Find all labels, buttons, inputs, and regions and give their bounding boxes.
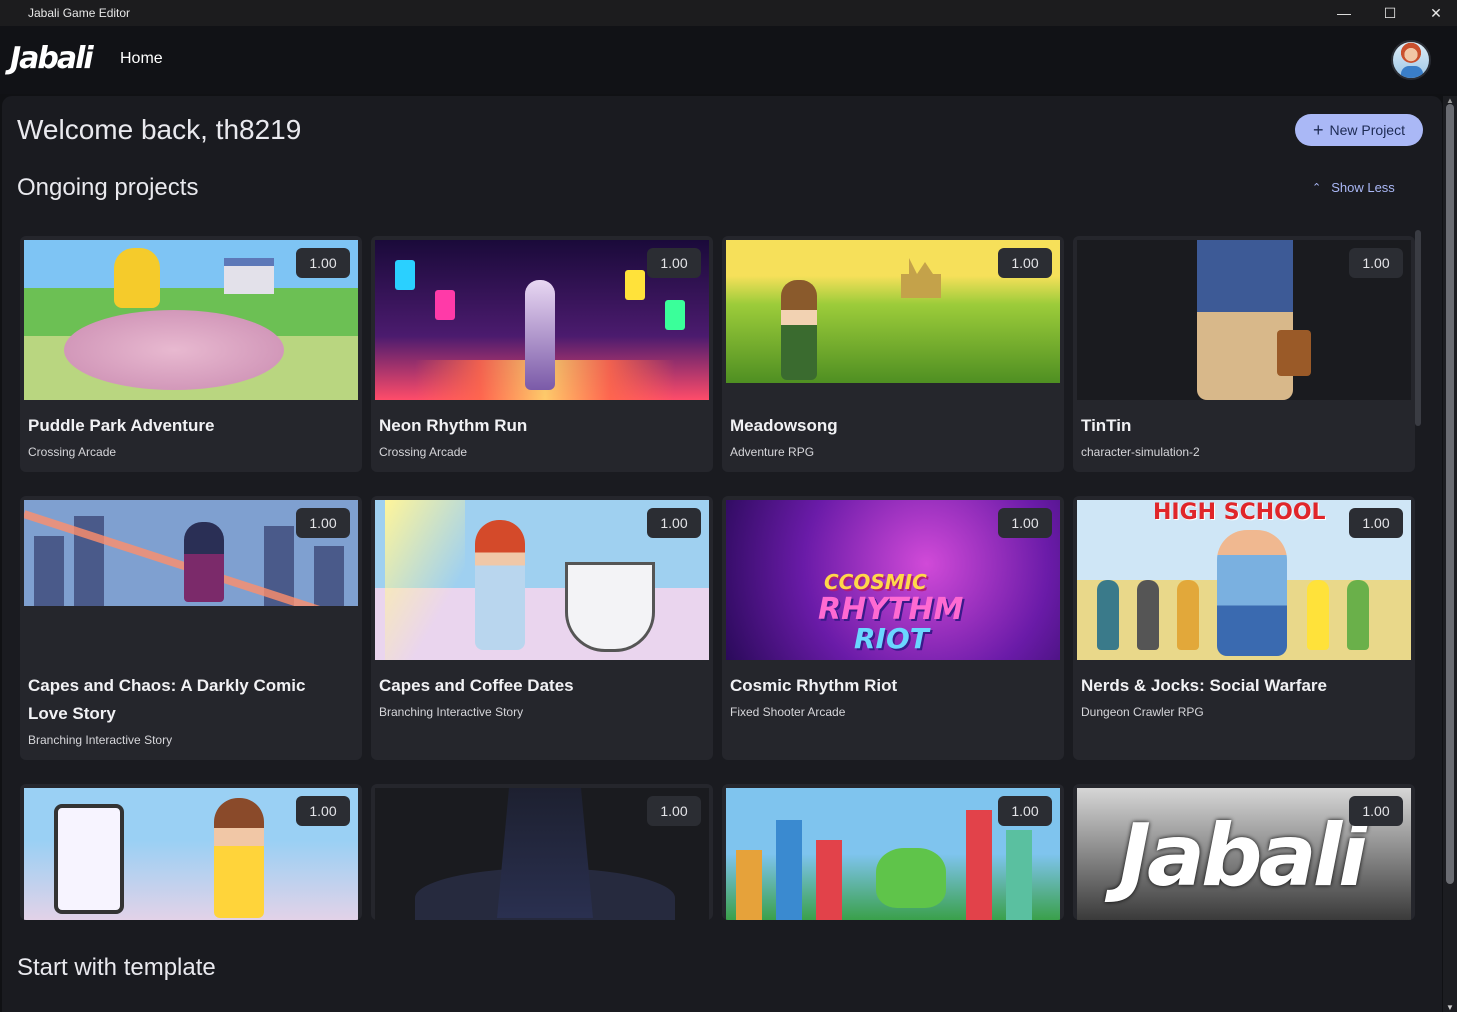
new-project-label: New Project [1329, 122, 1405, 138]
project-card[interactable]: 1.00 Neon Rhythm Run Crossing Arcade [371, 236, 713, 472]
chevron-up-icon: ⌃ [1312, 182, 1322, 194]
version-badge: 1.00 [998, 796, 1052, 826]
project-title: Meadowsong [730, 416, 838, 435]
project-card[interactable]: Jabali 1.00 [1073, 784, 1415, 920]
ongoing-projects-heading: Ongoing projects [17, 174, 199, 201]
version-badge: 1.00 [647, 248, 701, 278]
version-badge: 1.00 [998, 248, 1052, 278]
version-badge: 1.00 [296, 248, 350, 278]
close-icon: ✕ [1430, 4, 1442, 21]
main-panel: Welcome back, th8219 + New Project Ongoi… [2, 96, 1442, 1012]
project-card[interactable]: HIGH SCHOOL 1.00 Nerds & Jocks: Social W… [1073, 496, 1415, 760]
nav-home-link[interactable]: Home [120, 50, 163, 68]
window-titlebar: Jabali Game Editor — ☐ ✕ [0, 0, 1457, 26]
scrollbar-thumb[interactable] [1446, 104, 1454, 884]
app-header: Jabali Home [0, 26, 1457, 94]
project-title: Puddle Park Adventure [28, 416, 215, 435]
version-badge: 1.00 [647, 796, 701, 826]
maximize-button[interactable]: ☐ [1367, 0, 1413, 26]
project-genre: Crossing Arcade [28, 445, 117, 459]
scroll-down-icon[interactable]: ▼ [1446, 1003, 1454, 1012]
version-badge: 1.00 [296, 508, 350, 538]
project-genre: Crossing Arcade [379, 445, 468, 459]
plus-icon: + [1313, 120, 1324, 140]
project-genre: Branching Interactive Story [379, 705, 524, 719]
projects-scrollbar[interactable] [1415, 230, 1421, 426]
show-less-label: Show Less [1331, 180, 1395, 195]
new-project-button[interactable]: + New Project [1295, 114, 1423, 146]
project-card[interactable]: 1.00 Capes and Chaos: A Darkly Comic Lov… [20, 496, 362, 760]
minimize-button[interactable]: — [1321, 0, 1367, 26]
project-genre: character-simulation-2 [1081, 445, 1200, 459]
project-card[interactable]: CCOSMIC RHYTHM RIOT 1.00 Cosmic Rhythm R… [722, 496, 1064, 760]
project-title: Cosmic Rhythm Riot [730, 676, 898, 695]
project-card[interactable]: 1.00 [722, 784, 1064, 920]
window-title: Jabali Game Editor [28, 6, 131, 20]
version-badge: 1.00 [998, 508, 1052, 538]
jabali-logo[interactable]: Jabali [10, 43, 94, 75]
project-genre: Dungeon Crawler RPG [1081, 705, 1204, 719]
project-card[interactable]: 1.00 Meadowsong Adventure RPG [722, 236, 1064, 472]
minimize-icon: — [1337, 5, 1351, 21]
project-card[interactable]: 1.00 [371, 784, 713, 920]
version-badge: 1.00 [1349, 796, 1403, 826]
project-title: Neon Rhythm Run [379, 416, 528, 435]
maximize-icon: ☐ [1383, 4, 1397, 21]
version-badge: 1.00 [1349, 508, 1403, 538]
project-genre: Adventure RPG [730, 445, 815, 459]
version-badge: 1.00 [1349, 248, 1403, 278]
project-card[interactable]: 1.00 TinTin character-simulation-2 [1073, 236, 1415, 472]
show-less-button[interactable]: ⌃ Show Less [1312, 180, 1395, 195]
page-scrollbar[interactable]: ▲ ▼ [1443, 96, 1457, 1012]
close-button[interactable]: ✕ [1413, 0, 1457, 26]
project-title: Nerds & Jocks: Social Warfare [1081, 676, 1327, 695]
project-genre: Branching Interactive Story [28, 733, 173, 747]
version-badge: 1.00 [647, 508, 701, 538]
project-card[interactable]: 1.00 [20, 784, 362, 920]
version-badge: 1.00 [296, 796, 350, 826]
project-genre: Fixed Shooter Arcade [730, 705, 846, 719]
template-heading: Start with template [17, 954, 216, 981]
project-card[interactable]: 1.00 Capes and Coffee Dates Branching In… [371, 496, 713, 760]
project-title: Capes and Coffee Dates [379, 676, 574, 695]
welcome-heading: Welcome back, th8219 [17, 114, 302, 145]
project-card[interactable]: 1.00 Puddle Park Adventure Crossing Arca… [20, 236, 362, 472]
user-avatar[interactable] [1391, 40, 1431, 80]
project-title: TinTin [1081, 416, 1132, 435]
project-title: Capes and Chaos: A Darkly Comic Love Sto… [28, 676, 306, 723]
